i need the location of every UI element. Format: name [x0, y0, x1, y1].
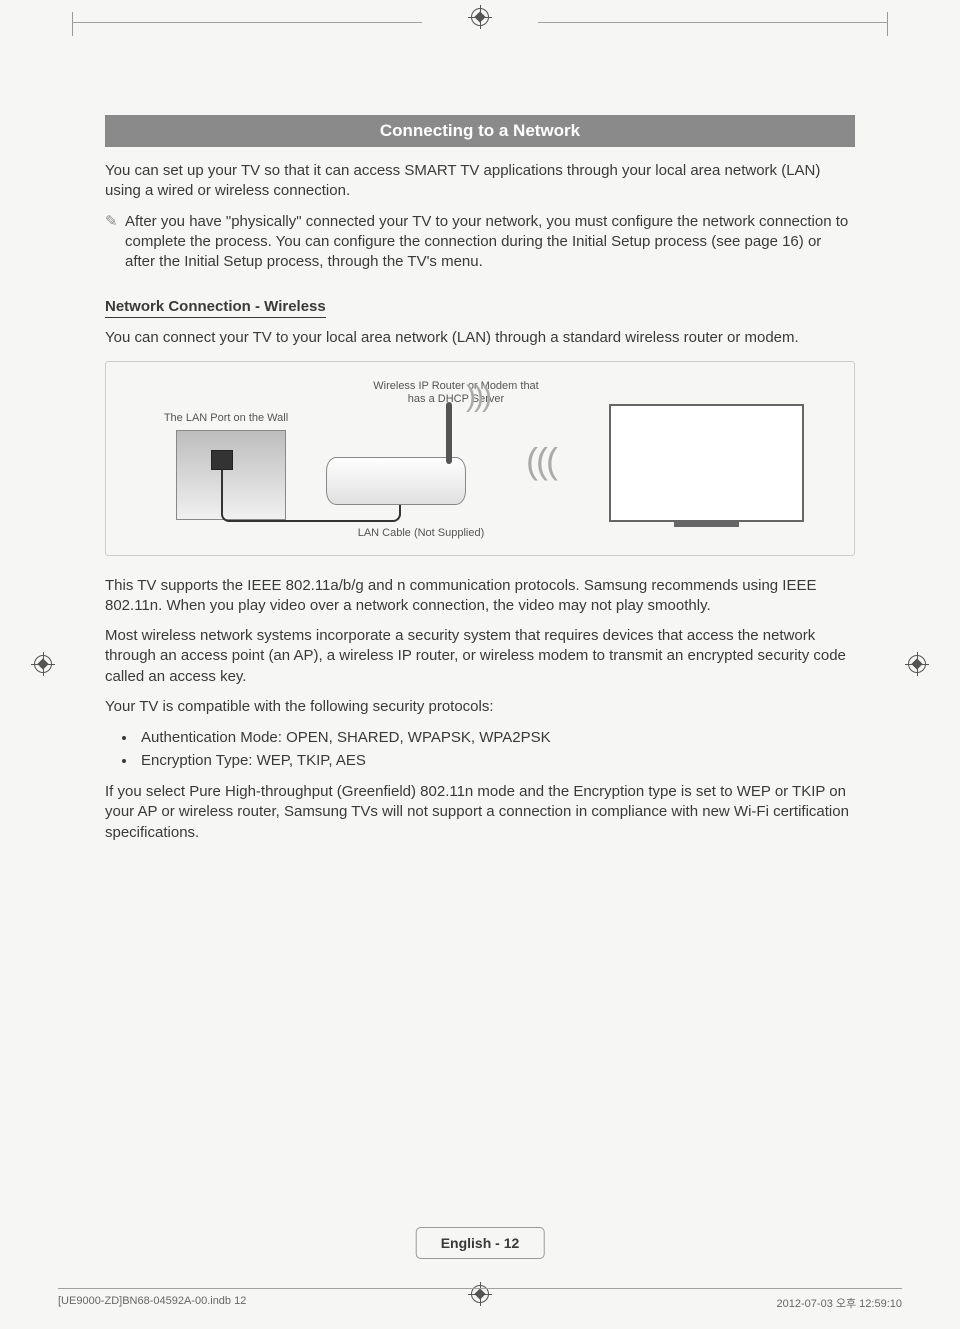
print-timestamp: 2012-07-03 오후 12:59:10 [777, 1295, 902, 1311]
intro-paragraph: You can set up your TV so that it can ac… [105, 161, 855, 202]
body-paragraph: This TV supports the IEEE 802.11a/b/g an… [105, 576, 855, 617]
page-number-tab: English - 12 [416, 1227, 545, 1259]
wiring-diagram: The LAN Port on the Wall Wireless IP Rou… [105, 361, 855, 556]
diagram-label-lanport: The LAN Port on the Wall [156, 412, 296, 424]
page-content: Connecting to a Network You can set up y… [105, 115, 855, 853]
body-paragraph: Most wireless network systems incorporat… [105, 626, 855, 687]
body-paragraph: Your TV is compatible with the following… [105, 697, 855, 717]
sub-intro-paragraph: You can connect your TV to your local ar… [105, 328, 855, 348]
section-header: Connecting to a Network [105, 115, 855, 147]
wifi-wave-icon: ))) [466, 380, 490, 414]
cable-icon [341, 505, 401, 522]
print-file-name: [UE9000-ZD]BN68-04592A-00.indb 12 [58, 1295, 246, 1311]
lan-jack-icon [211, 450, 233, 470]
cable-icon [221, 470, 341, 522]
security-protocols-list: Authentication Mode: OPEN, SHARED, WPAPS… [105, 727, 855, 772]
registration-mark-icon [908, 655, 926, 673]
note-text: After you have "physically" connected yo… [125, 212, 855, 273]
registration-mark-icon [34, 655, 52, 673]
note-icon: ✎ [105, 212, 125, 273]
antenna-icon [446, 402, 452, 464]
print-footer: [UE9000-ZD]BN68-04592A-00.indb 12 2012-0… [58, 1288, 902, 1311]
body-paragraph: If you select Pure High-throughput (Gree… [105, 782, 855, 843]
note-block: ✎ After you have "physically" connected … [105, 212, 855, 273]
list-item: Encryption Type: WEP, TKIP, AES [137, 750, 855, 773]
tv-icon [609, 404, 804, 522]
sub-heading: Network Connection - Wireless [105, 298, 326, 318]
router-icon [326, 457, 466, 505]
registration-mark-icon [471, 8, 489, 26]
tv-stand-icon [674, 522, 739, 527]
diagram-label-router: Wireless IP Router or Modem that has a D… [366, 380, 546, 408]
list-item: Authentication Mode: OPEN, SHARED, WPAPS… [137, 727, 855, 750]
wifi-wave-icon: ))) [528, 440, 558, 482]
diagram-label-cable: LAN Cable (Not Supplied) [336, 527, 506, 539]
